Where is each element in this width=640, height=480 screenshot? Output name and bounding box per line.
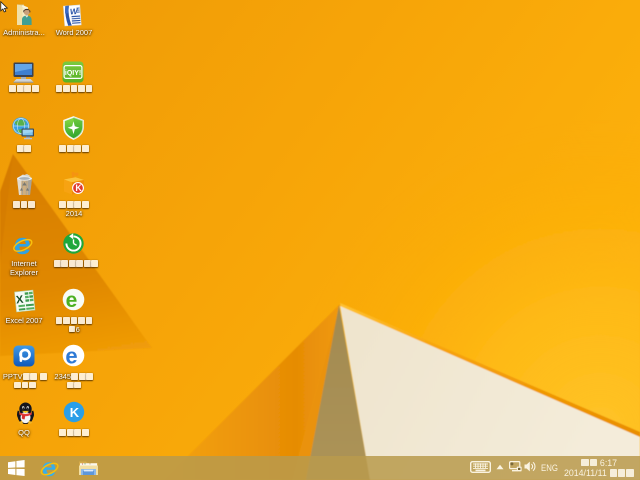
svg-text:K: K xyxy=(75,183,82,193)
svg-text:K: K xyxy=(70,405,80,420)
svg-text:e: e xyxy=(66,289,78,311)
svg-text:iQIY!: iQIY! xyxy=(65,70,81,77)
svg-text:e: e xyxy=(65,344,77,367)
